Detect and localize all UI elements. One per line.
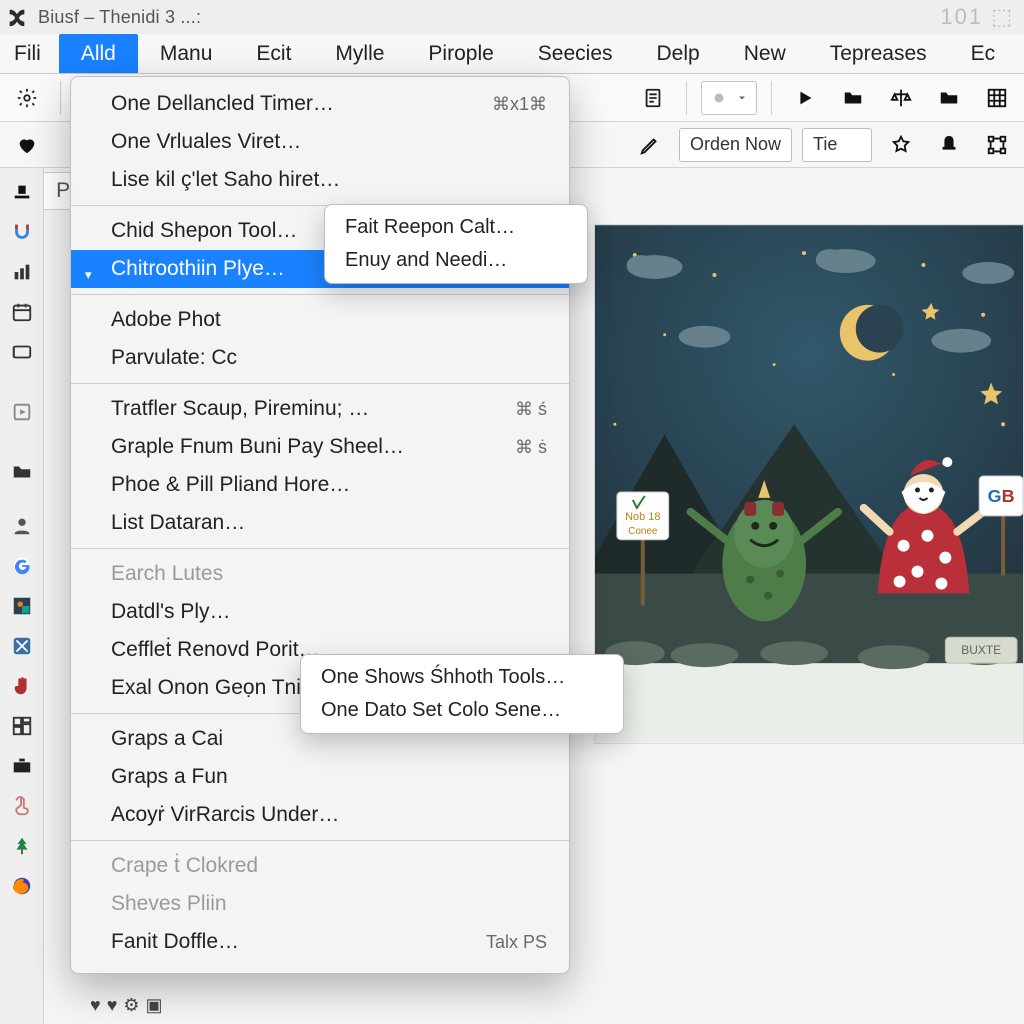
mi-lise-saho[interactable]: Lise kil ç'let Saho hiret… xyxy=(71,161,569,199)
rail-bars-icon[interactable] xyxy=(4,254,40,290)
menu-seecies[interactable]: Seecies xyxy=(516,34,635,73)
mi-phoe-pill[interactable]: Phoe & Pill Pliand Hore… xyxy=(71,466,569,504)
rail-art-icon[interactable] xyxy=(4,588,40,624)
strip-heart2-icon: ♥ xyxy=(107,995,118,1016)
rail-firefox-icon[interactable] xyxy=(4,868,40,904)
rail-google-icon[interactable] xyxy=(4,548,40,584)
svg-text:BUXTE: BUXTE xyxy=(961,643,1001,657)
svg-text:Nob 18: Nob 18 xyxy=(625,511,660,523)
strip-tool-icon: ⚙ xyxy=(123,995,139,1016)
app-logo-icon xyxy=(6,6,28,28)
rail-play-icon[interactable] xyxy=(4,394,40,430)
smi-fait-reepon[interactable]: Fait Reepon Calt… xyxy=(325,211,587,244)
menu-new[interactable]: New xyxy=(722,34,808,73)
window-counter: 101 ⬚ xyxy=(940,4,1014,30)
strip-arrow-icon: ▣ xyxy=(146,995,163,1016)
play-icon[interactable] xyxy=(786,79,824,117)
svg-text:Conee: Conee xyxy=(628,526,658,537)
star-outline-icon[interactable] xyxy=(882,126,920,164)
mi-vrluales-viret[interactable]: One Vrluales Viret… xyxy=(71,123,569,161)
mi-datdls-ply[interactable]: Datdl's Ply… xyxy=(71,593,569,631)
mi-acoy-virrarcis[interactable]: Acoyṙ VirRarcis Under… xyxy=(71,796,569,834)
mi-list-dataran[interactable]: List Dataran… xyxy=(71,504,569,542)
menu-manu[interactable]: Manu xyxy=(138,34,235,73)
folder2-icon[interactable] xyxy=(930,79,968,117)
status-strip: ♥ ♥ ⚙ ▣ xyxy=(90,992,163,1018)
folder-icon[interactable] xyxy=(834,79,872,117)
pencil-icon[interactable] xyxy=(631,126,669,164)
menu-delp[interactable]: Delp xyxy=(635,34,722,73)
menu-mylle[interactable]: Mylle xyxy=(313,34,406,73)
tie-field[interactable]: Tie xyxy=(802,128,872,162)
rail-magnet-icon[interactable] xyxy=(4,214,40,250)
submenu-graps: One Shows Śhhoth Tools… One Dato Set Col… xyxy=(300,654,624,734)
document-icon[interactable] xyxy=(634,79,672,117)
title-bar: Biusf – Thenidi 3 ...: 101 ⬚ xyxy=(0,0,1024,34)
smi-one-shows[interactable]: One Shows Śhhoth Tools… xyxy=(301,661,623,694)
mi-adobe-phot[interactable]: Adobe Phot xyxy=(71,301,569,339)
menu-pirople[interactable]: Pirople xyxy=(406,34,515,73)
rail-folder-icon[interactable] xyxy=(4,454,40,490)
window-title: Biusf – Thenidi 3 ...: xyxy=(38,7,201,28)
rail-tree-icon[interactable] xyxy=(4,828,40,864)
rail-user-icon[interactable] xyxy=(4,508,40,544)
smi-enuy-needi[interactable]: Enuy and Needi… xyxy=(325,244,587,277)
rail-dashboard-icon[interactable] xyxy=(4,708,40,744)
mi-earch-lutes: Earch Lutes xyxy=(71,555,569,593)
mi-graple[interactable]: Graple Fnum Buni Pay Sheel…⌘ ṡ xyxy=(71,428,569,466)
rail-calendar-icon[interactable] xyxy=(4,294,40,330)
mi-sheves-pliin: Sheves Pliin xyxy=(71,885,569,923)
rail-briefcase-icon[interactable] xyxy=(4,748,40,784)
order-field[interactable]: Orden Now xyxy=(679,128,792,162)
nodes-icon[interactable] xyxy=(978,126,1016,164)
svg-text:GB: GB xyxy=(988,486,1015,506)
smi-one-dato[interactable]: One Dato Set Colo Sene… xyxy=(301,694,623,727)
canvas-button: BUXTE xyxy=(945,637,1017,663)
menu-ecit[interactable]: Ecit xyxy=(234,34,313,73)
side-rail xyxy=(0,168,44,1024)
mi-fanit-doffle[interactable]: Fanit Doffle…Talx PS xyxy=(71,923,569,961)
submenu-chitroothiin: Fait Reepon Calt… Enuy and Needi… xyxy=(324,204,588,284)
mi-graps-fun[interactable]: Graps a Fun xyxy=(71,758,569,796)
dropdown-empty[interactable] xyxy=(701,81,757,115)
mi-crape-clokred: Crape ṫ Clokred xyxy=(71,847,569,885)
grid-icon[interactable] xyxy=(978,79,1016,117)
strip-heart-icon: ♥ xyxy=(90,995,101,1016)
caret-down-icon: ▾ xyxy=(85,260,92,290)
mi-tratfler[interactable]: Tratfler Scaup, Pireminu; …⌘ ś xyxy=(71,390,569,428)
mi-dellancled-timer[interactable]: One Dellancled Timer…⌘x1⌘ xyxy=(71,85,569,123)
rail-cross-icon[interactable] xyxy=(4,628,40,664)
balance-icon[interactable] xyxy=(882,79,920,117)
menu-alld[interactable]: Alld xyxy=(59,34,138,73)
menu-ec[interactable]: Ec xyxy=(949,34,1018,73)
hat-icon[interactable] xyxy=(930,126,968,164)
mi-parvulate[interactable]: Parvulate: Cc xyxy=(71,339,569,377)
menu-fili[interactable]: Fili xyxy=(6,34,59,73)
rail-panel-icon[interactable] xyxy=(4,334,40,370)
menu-tepreases[interactable]: Tepreases xyxy=(808,34,949,73)
canvas[interactable]: Nob 18 Conee GB BUXTE xyxy=(594,224,1024,744)
gear-icon[interactable] xyxy=(8,79,46,117)
menu-bar: Fili Alld Manu Ecit Mylle Pirople Seecie… xyxy=(0,34,1024,74)
rail-touch-icon[interactable] xyxy=(4,788,40,824)
rail-hand-icon[interactable] xyxy=(4,668,40,704)
rail-tophat-icon[interactable] xyxy=(4,174,40,210)
heart-icon[interactable] xyxy=(8,126,46,164)
